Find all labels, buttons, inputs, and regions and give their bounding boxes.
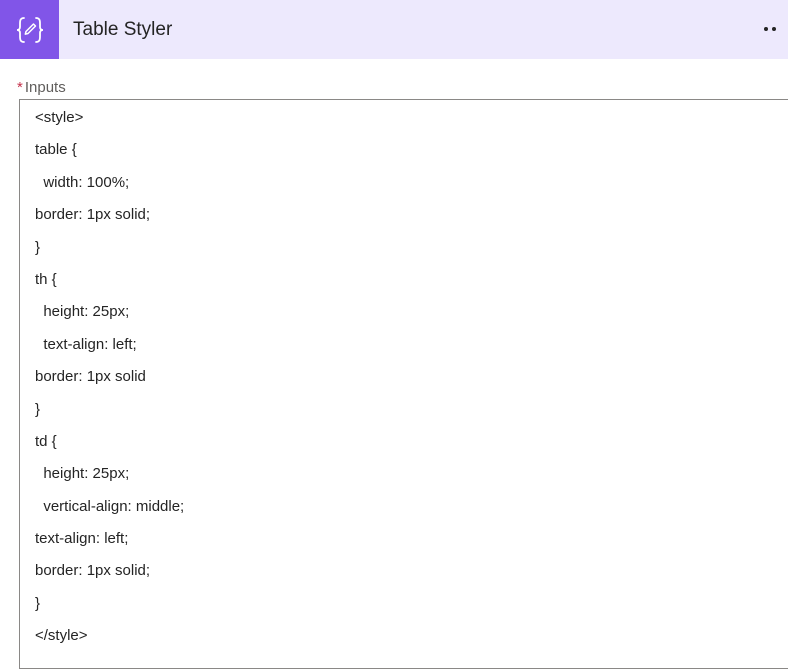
inputs-label-text: Inputs (24, 79, 66, 96)
code-line[interactable]: th { (35, 269, 184, 301)
action-title[interactable]: Table Styler (73, 19, 172, 41)
code-lines: <style> table { width: 100%; border: 1px… (35, 107, 184, 658)
action-header[interactable]: Table Styler (0, 0, 788, 59)
required-asterisk: * (17, 79, 23, 96)
code-line[interactable]: border: 1px solid; (35, 204, 184, 236)
code-line[interactable]: height: 25px; (35, 463, 184, 495)
code-line[interactable]: text-align: left; (35, 528, 184, 560)
code-line[interactable]: } (35, 399, 184, 431)
more-options-button[interactable] (762, 18, 788, 40)
more-options-icon (764, 27, 768, 31)
code-line[interactable]: border: 1px solid (35, 366, 184, 398)
code-line[interactable]: width: 100%; (35, 172, 184, 204)
code-line[interactable]: td { (35, 431, 184, 463)
code-line[interactable]: <style> (35, 107, 184, 139)
curly-braces-pencil-icon (16, 16, 43, 43)
code-line[interactable]: text-align: left; (35, 334, 184, 366)
code-line[interactable]: vertical-align: middle; (35, 496, 184, 528)
code-line[interactable]: } (35, 237, 184, 269)
action-icon-tile (0, 0, 59, 59)
inputs-label: * Inputs (17, 79, 66, 97)
code-line[interactable]: border: 1px solid; (35, 560, 184, 592)
code-line[interactable]: height: 25px; (35, 301, 184, 333)
code-line[interactable]: table { (35, 139, 184, 171)
inputs-field[interactable]: <style> table { width: 100%; border: 1px… (19, 99, 788, 669)
code-line[interactable]: </style> (35, 625, 184, 657)
code-line[interactable]: } (35, 593, 184, 625)
more-options-dot (772, 27, 776, 31)
